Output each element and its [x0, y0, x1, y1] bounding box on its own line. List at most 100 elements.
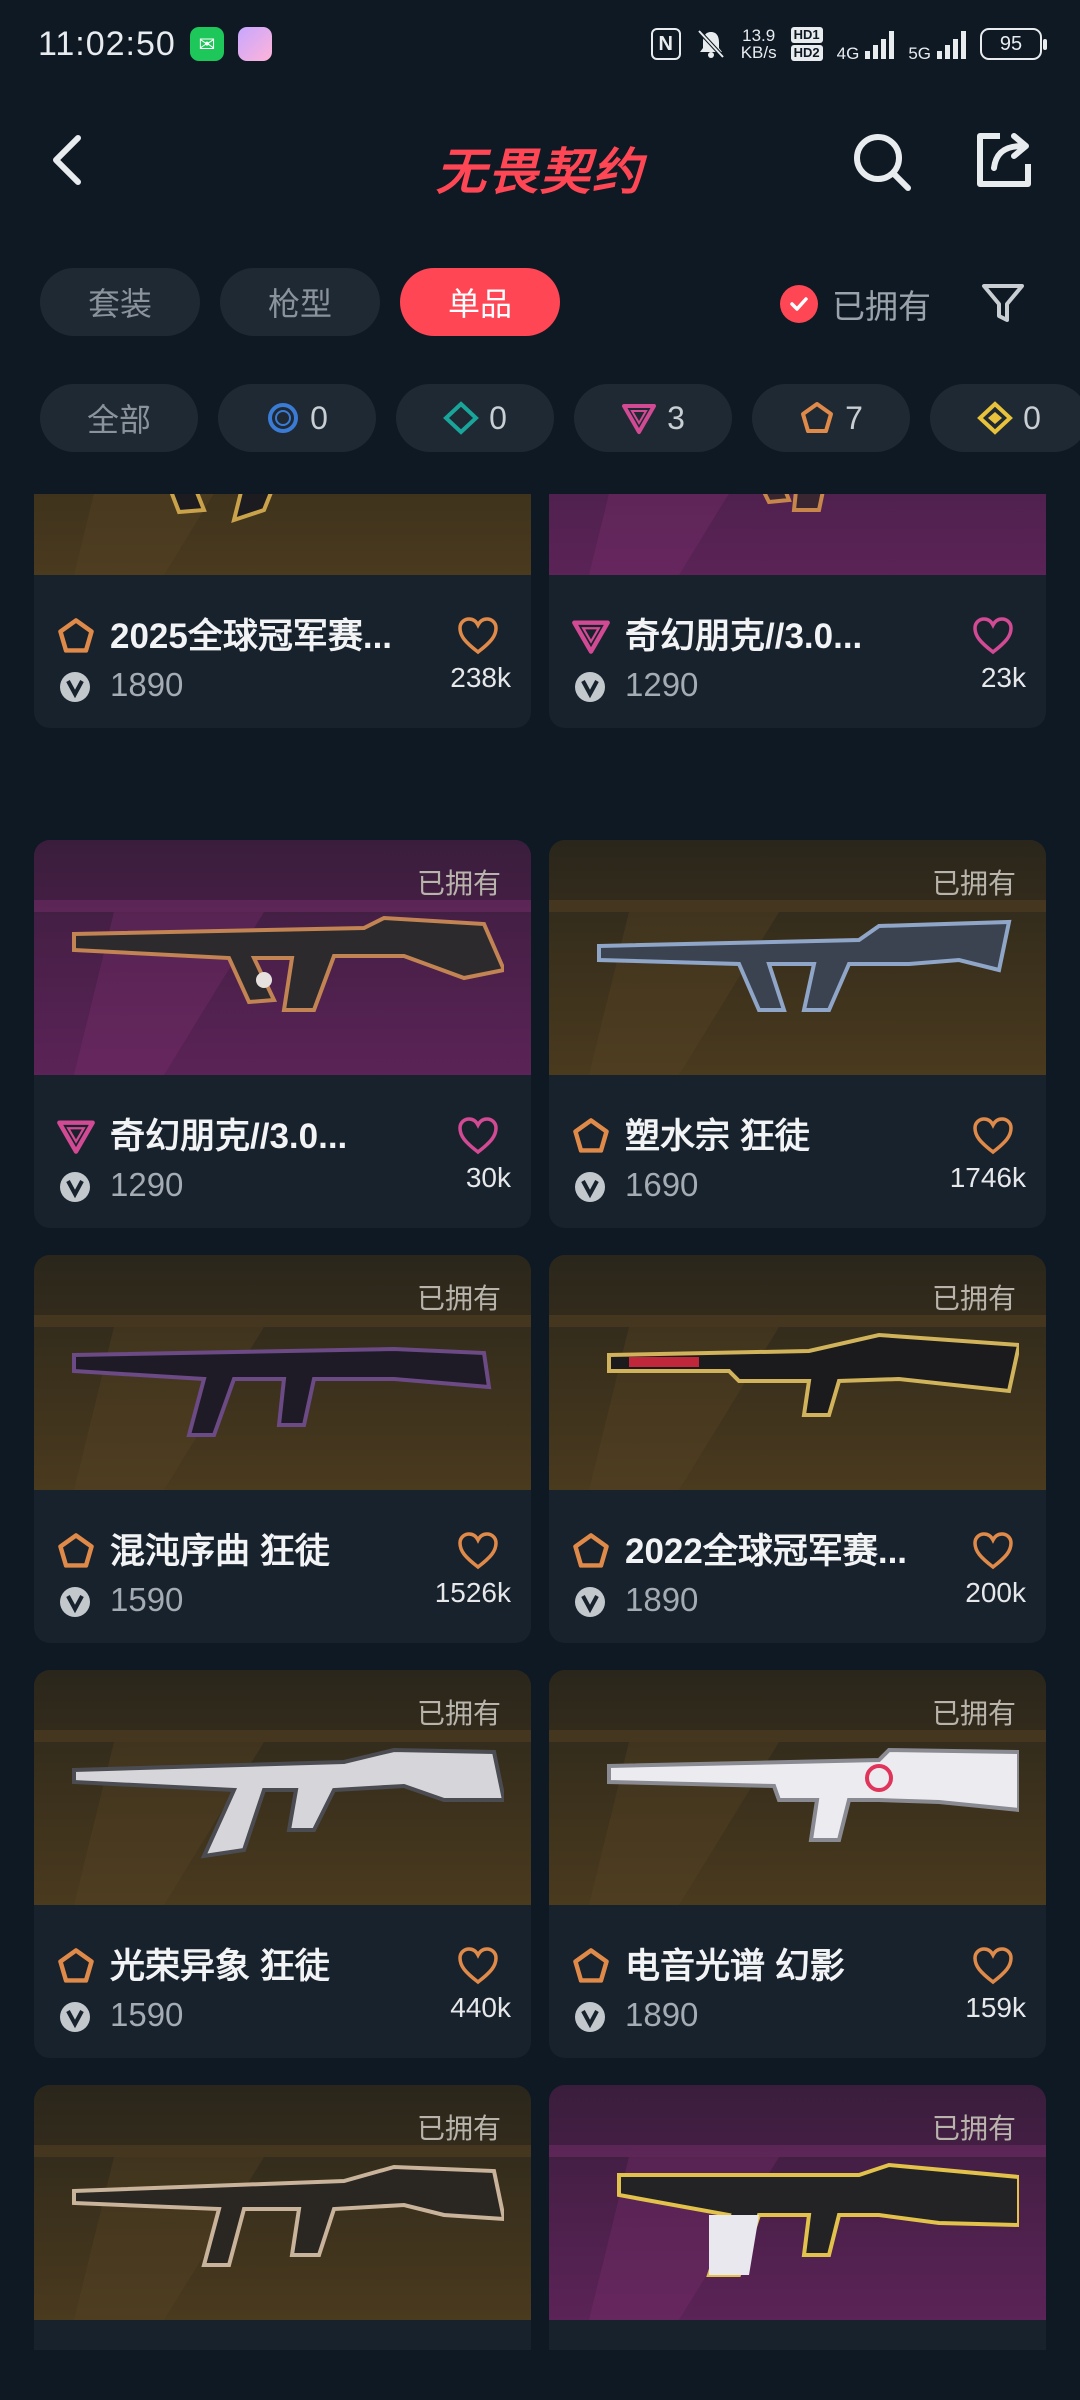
- deluxe-tier-icon: [443, 401, 480, 435]
- exclusive-tier-icon: [573, 1948, 609, 1983]
- item-card[interactable]: 已拥有 2022全球冠军赛... 1890 200k: [549, 1255, 1046, 1643]
- owned-tag: 已拥有: [931, 1283, 1016, 1314]
- favorite-heart-icon[interactable]: [457, 1946, 499, 1986]
- network-speed: 13.9 KB/s: [740, 26, 777, 62]
- like-count: 159k: [965, 1992, 1026, 2023]
- card-image: 已拥有: [549, 1255, 1046, 1490]
- item-price: 1590: [110, 1581, 184, 1618]
- like-count: 440k: [450, 1992, 511, 2023]
- hd-badges: HD1 HD2: [790, 27, 823, 61]
- valorant-points-icon: [575, 672, 605, 702]
- item-price: 1690: [625, 1166, 699, 1203]
- card-image: 已拥有: [34, 2085, 531, 2320]
- owned-tag: 已拥有: [416, 868, 501, 899]
- rarity-filter-chips: 全部 0 0 3 7 0: [40, 384, 1080, 452]
- item-card[interactable]: 2025全球冠军赛... 1890 238k: [34, 494, 531, 728]
- search-icon[interactable]: [850, 130, 914, 194]
- owned-tag: 已拥有: [931, 2113, 1016, 2144]
- item-price: 1290: [625, 666, 699, 703]
- valorant-points-icon: [575, 1172, 605, 1202]
- chip-all[interactable]: 全部: [40, 384, 198, 452]
- card-image: 已拥有: [34, 1670, 531, 1905]
- item-card[interactable]: 已拥有 光荣异象 狂徒 1590 440k: [34, 1670, 531, 2058]
- item-name: 奇幻朋克//3.0...: [625, 617, 863, 656]
- item-price: 1590: [110, 1996, 184, 2033]
- signal-icon: [865, 29, 895, 59]
- item-name: 塑水宗 狂徒: [625, 1117, 810, 1156]
- exclusive-tier-icon: [58, 1533, 94, 1568]
- exclusive-tier-icon: [573, 1118, 609, 1153]
- card-image: [549, 494, 1046, 575]
- item-grid: 2025全球冠军赛... 1890 238k 奇幻朋克//3.0... 1290…: [0, 494, 1080, 2350]
- favorite-heart-icon[interactable]: [972, 1946, 1014, 1986]
- item-price: 1890: [625, 1581, 699, 1618]
- item-name: 光荣异象 狂徒: [110, 1947, 330, 1986]
- share-icon[interactable]: [972, 128, 1036, 192]
- favorite-heart-icon[interactable]: [972, 1531, 1014, 1571]
- tab-weapon-types[interactable]: 枪型: [220, 268, 380, 336]
- item-name: 2025全球冠军赛...: [110, 617, 393, 656]
- mute-icon: [697, 29, 725, 59]
- chip-deluxe-tier[interactable]: 0: [396, 384, 554, 452]
- owned-tag: 已拥有: [416, 1698, 501, 1729]
- filter-icon[interactable]: [978, 278, 1028, 328]
- item-card[interactable]: 已拥有: [34, 2085, 531, 2350]
- like-count: 30k: [465, 1162, 511, 1193]
- owned-tag: 已拥有: [931, 1698, 1016, 1729]
- favorite-heart-icon[interactable]: [457, 1531, 499, 1571]
- item-card[interactable]: 已拥有 电音光谱 幻影 1890 159k: [549, 1670, 1046, 2058]
- favorite-heart-icon[interactable]: [972, 616, 1014, 656]
- valorant-points-icon: [60, 1172, 90, 1202]
- card-image: 已拥有: [34, 1255, 531, 1490]
- item-card[interactable]: 已拥有 塑水宗 狂徒 1690 1746k: [549, 840, 1046, 1228]
- favorite-heart-icon[interactable]: [457, 1116, 499, 1156]
- item-card[interactable]: 奇幻朋克//3.0... 1290 23k: [549, 494, 1046, 728]
- clock: 11:02:50: [38, 24, 176, 63]
- network-4g: 4G: [836, 43, 860, 63]
- item-card[interactable]: 已拥有 奇幻朋克//3.0... 1290 30k: [34, 840, 531, 1228]
- network-5g: 5G: [908, 43, 931, 63]
- status-bar: 11:02:50 ✉ N 13.9 KB/s HD1 HD2 4G 5G 95: [0, 0, 1080, 88]
- card-image: 已拥有: [549, 840, 1046, 1075]
- item-card[interactable]: 已拥有: [549, 2085, 1046, 2350]
- select-tier-icon: [268, 403, 299, 433]
- like-count: 200k: [965, 1577, 1026, 1608]
- ultra-tier-icon: [977, 401, 1014, 435]
- item-name: 混沌序曲 狂徒: [110, 1532, 330, 1571]
- page-title: 无畏契约: [436, 144, 644, 200]
- valorant-points-icon: [60, 2002, 90, 2032]
- premium-tier-icon: [57, 1120, 95, 1154]
- category-tabs: 套装 枪型 单品: [40, 268, 560, 336]
- owned-tag: 已拥有: [931, 868, 1016, 899]
- bottom-safe-area: [0, 2350, 1080, 2400]
- like-count: 23k: [980, 662, 1026, 693]
- item-name: 奇幻朋克//3.0...: [110, 1117, 348, 1156]
- status-indicators: N 13.9 KB/s HD1 HD2 4G 5G 95: [650, 26, 1047, 63]
- chip-ultra-tier[interactable]: 0: [930, 384, 1080, 452]
- premium-tier-icon: [572, 620, 610, 654]
- app-header: 无畏契约: [0, 110, 1080, 210]
- item-card[interactable]: 已拥有 混沌序曲 狂徒 1590 1526k: [34, 1255, 531, 1643]
- signal-icon: [937, 29, 966, 59]
- tab-single-items[interactable]: 单品: [400, 268, 560, 336]
- chip-select-tier[interactable]: 0: [218, 384, 376, 452]
- card-image: [34, 494, 531, 575]
- like-count: 1526k: [434, 1577, 511, 1608]
- item-price: 1890: [110, 666, 184, 703]
- battery-indicator: 95: [980, 28, 1047, 60]
- like-count: 1746k: [949, 1162, 1026, 1193]
- tab-bundles[interactable]: 套装: [40, 268, 200, 336]
- valorant-points-icon: [575, 1587, 605, 1617]
- weapon-skin-image: [762, 494, 825, 512]
- exclusive-tier-icon: [58, 1948, 94, 1983]
- valorant-points-icon: [60, 672, 90, 702]
- chip-premium-tier[interactable]: 3: [574, 384, 732, 452]
- chip-exclusive-tier[interactable]: 7: [752, 384, 910, 452]
- owned-filter-toggle[interactable]: 已拥有: [780, 280, 931, 328]
- owned-filter-label: 已拥有: [832, 288, 931, 325]
- checkbox-checked-icon[interactable]: [780, 285, 818, 323]
- valorant-points-icon: [60, 1587, 90, 1617]
- favorite-heart-icon[interactable]: [972, 1116, 1014, 1156]
- weapon-skin-image: [169, 494, 273, 524]
- favorite-heart-icon[interactable]: [457, 616, 499, 656]
